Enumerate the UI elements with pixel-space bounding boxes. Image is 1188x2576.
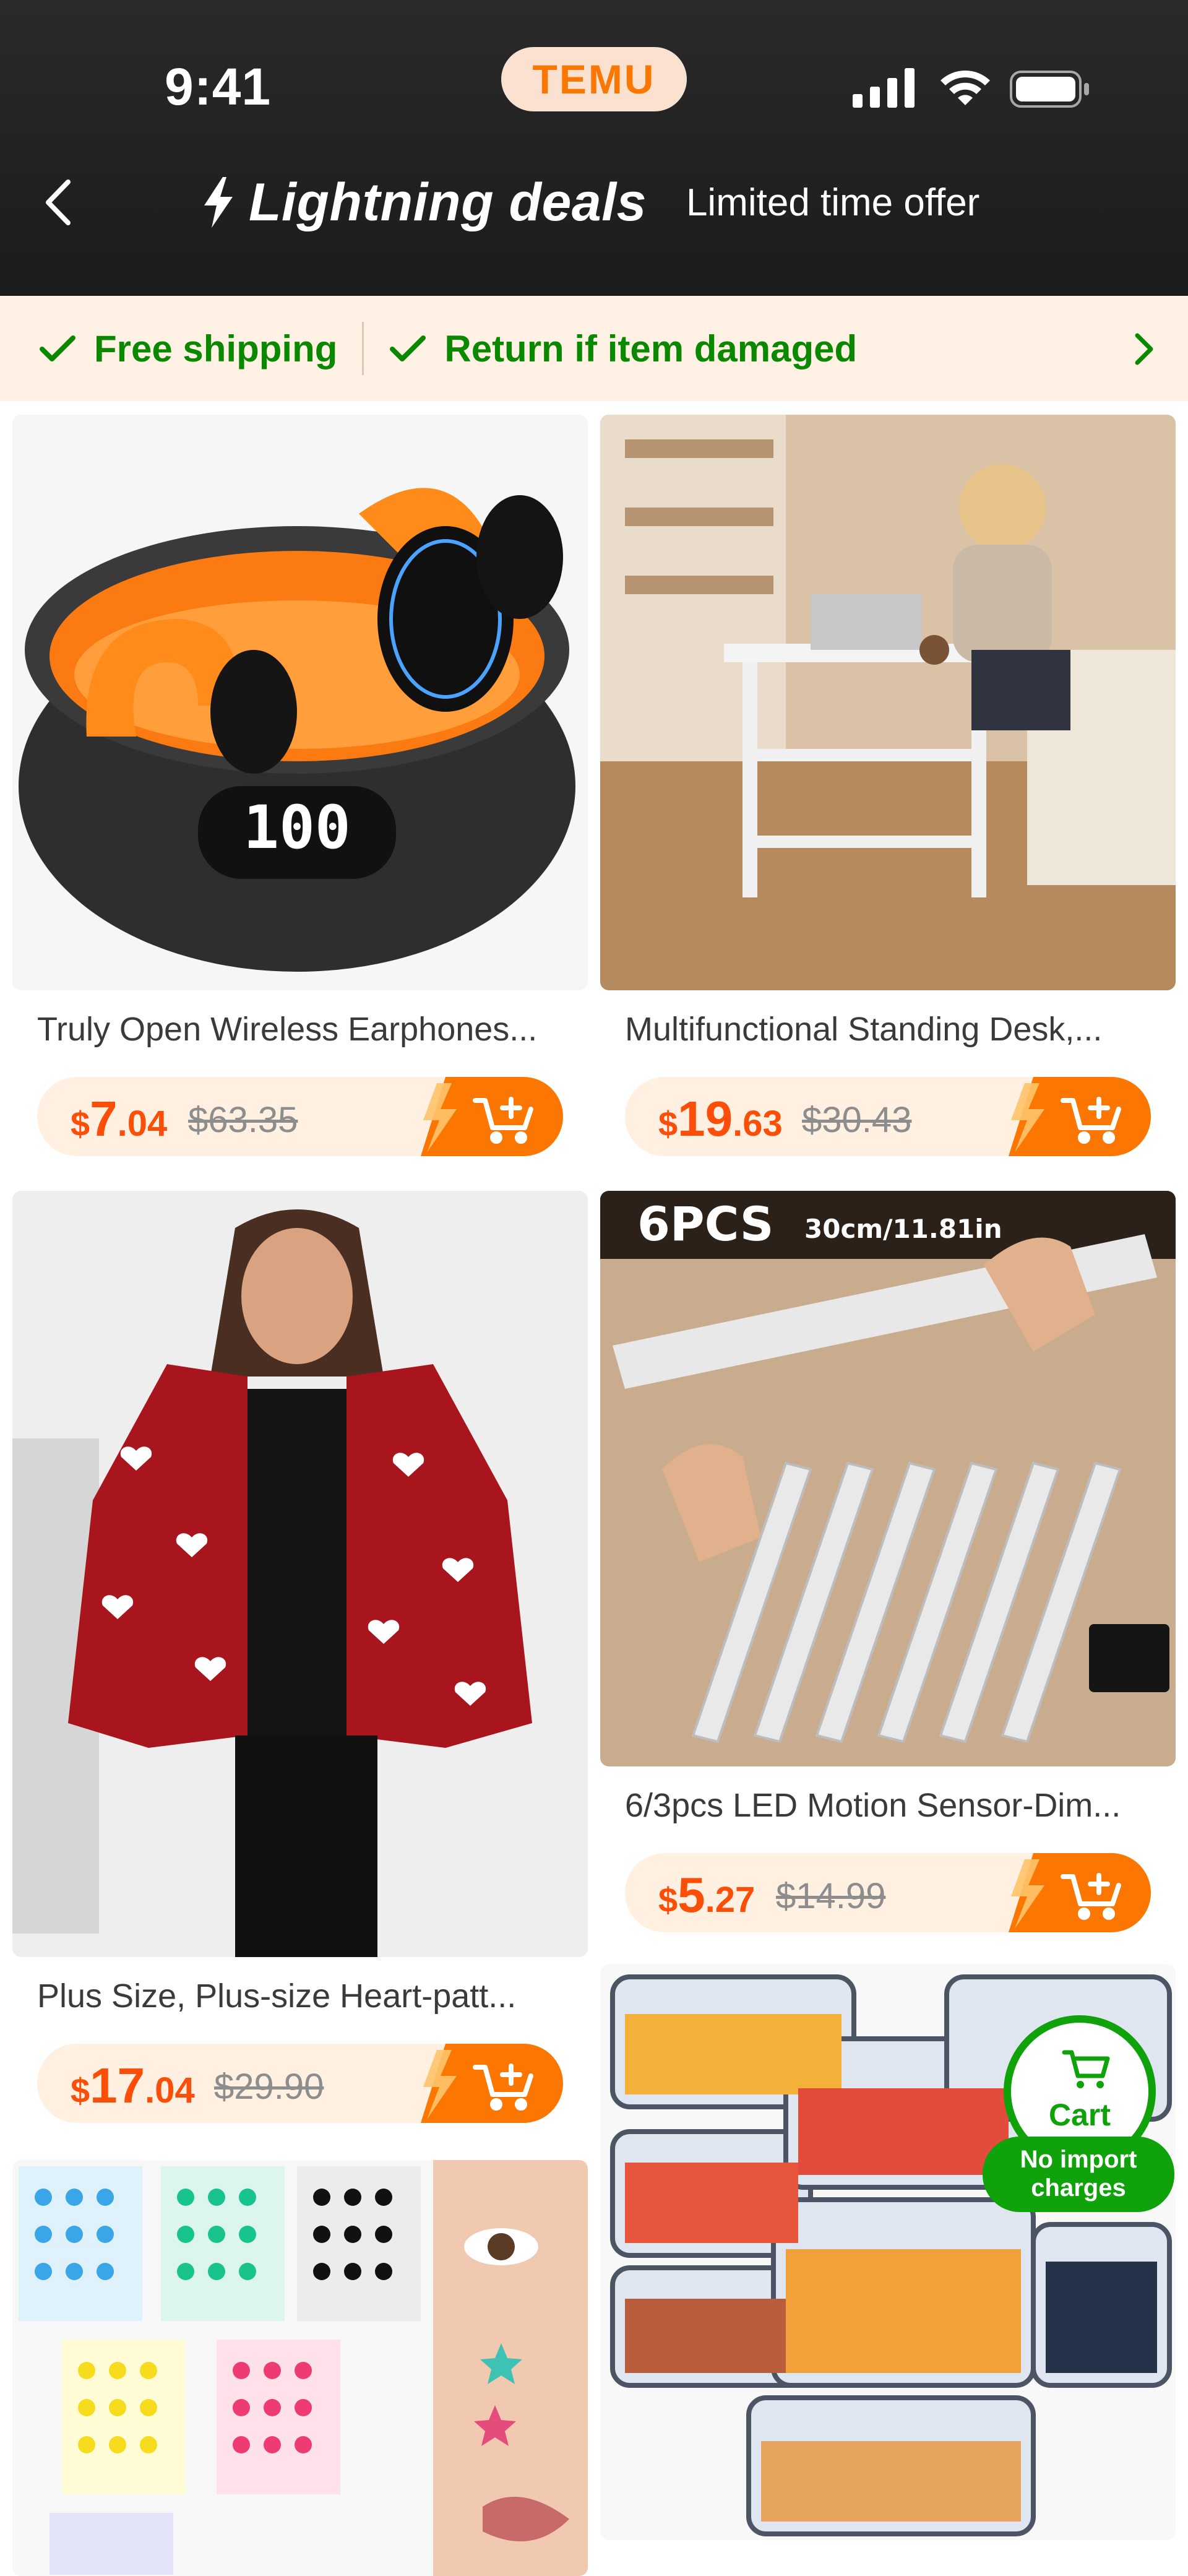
add-to-cart-button[interactable] xyxy=(990,1853,1151,1932)
product-card[interactable]: 6PCS 30cm/11.81in 6/3pcs LED Motion Sens… xyxy=(594,1176,1188,1938)
current-price: $17.04 xyxy=(71,2058,195,2113)
page-title: Lightning deals xyxy=(249,172,647,232)
wifi-icon xyxy=(940,71,990,105)
banner-divider xyxy=(362,322,364,375)
price-bar[interactable]: $5.27 $14.99 xyxy=(625,1853,1151,1932)
product-card[interactable]: Multifunctional Standing Desk,... $19.63… xyxy=(594,401,1188,1164)
original-price: $30.43 xyxy=(802,1100,912,1140)
product-name[interactable]: Plus Size, Plus-size Heart-patt... xyxy=(37,1977,569,2015)
original-price: $63.35 xyxy=(188,1100,298,1140)
price-bar[interactable]: $19.63 $30.43 xyxy=(625,1077,1151,1156)
original-price: $29.90 xyxy=(214,2067,324,2107)
chevron-right-icon[interactable] xyxy=(1131,331,1156,368)
add-to-cart-button[interactable] xyxy=(990,1077,1151,1156)
temu-logo[interactable]: TEMU xyxy=(501,47,687,111)
product-card[interactable]: 100 Truly Open Wireless Earphones... $7.… xyxy=(0,401,594,1164)
product-card[interactable] xyxy=(0,2148,594,2576)
temu-logo-text: TEMU xyxy=(532,56,656,102)
current-price: $5.27 xyxy=(658,1867,755,1922)
signal-icon xyxy=(853,68,915,108)
current-price: $19.63 xyxy=(658,1091,783,1146)
promo-banner[interactable]: Free shipping Return if item damaged xyxy=(0,296,1188,401)
back-chevron-icon[interactable] xyxy=(37,175,79,230)
add-to-cart-button[interactable] xyxy=(402,1077,563,1156)
image-badge: 6PCS xyxy=(637,1196,774,1251)
image-size: 30cm/11.81in xyxy=(804,1214,1002,1244)
checkmark-icon xyxy=(390,335,426,361)
status-icons xyxy=(853,68,1089,108)
product-image[interactable]: 100 xyxy=(12,415,588,990)
product-name[interactable]: 6/3pcs LED Motion Sensor-Dim... xyxy=(625,1786,1157,1825)
original-price: $14.99 xyxy=(776,1876,886,1916)
current-price: $7.04 xyxy=(71,1091,168,1146)
title-wrap: Lightning deals Limited time offer xyxy=(199,168,979,236)
free-shipping-item: Free shipping xyxy=(38,327,337,370)
checkmark-icon xyxy=(40,335,75,361)
note-line-2: charges xyxy=(1031,2174,1126,2202)
product-image[interactable]: 6PCS 30cm/11.81in xyxy=(600,1191,1176,1766)
battery-readout: 100 xyxy=(243,793,350,862)
product-name[interactable]: Multifunctional Standing Desk,... xyxy=(625,1010,1157,1048)
product-image[interactable] xyxy=(600,415,1176,990)
floating-cart-button[interactable]: Cart No import charges xyxy=(983,2015,1174,2212)
no-import-charges-note: No import charges xyxy=(983,2137,1174,2212)
cart-label: Cart xyxy=(1048,2098,1111,2132)
return-label: Return if item damaged xyxy=(444,327,858,370)
add-to-cart-button[interactable] xyxy=(402,2044,563,2123)
lightning-bolt-icon xyxy=(204,177,233,228)
price-bar[interactable]: $7.04 $63.35 xyxy=(37,1077,563,1156)
product-name[interactable]: Truly Open Wireless Earphones... xyxy=(37,1010,569,1048)
battery-icon xyxy=(1010,71,1089,108)
product-card[interactable]: Plus Size, Plus-size Heart-patt... $17.0… xyxy=(0,1176,594,2142)
return-item: Return if item damaged xyxy=(389,327,857,370)
free-shipping-label: Free shipping xyxy=(94,327,338,370)
note-line-1: No import xyxy=(1020,2146,1137,2173)
header: 9:41 TEMU Lightning deals Limited time o… xyxy=(0,0,1188,296)
price-bar[interactable]: $17.04 $29.90 xyxy=(37,2044,563,2123)
status-time: 9:41 xyxy=(165,58,272,116)
product-image[interactable] xyxy=(12,1191,588,1957)
product-image[interactable] xyxy=(12,2160,588,2576)
page-subtitle: Limited time offer xyxy=(686,181,980,224)
cart-icon xyxy=(1062,2050,1110,2088)
